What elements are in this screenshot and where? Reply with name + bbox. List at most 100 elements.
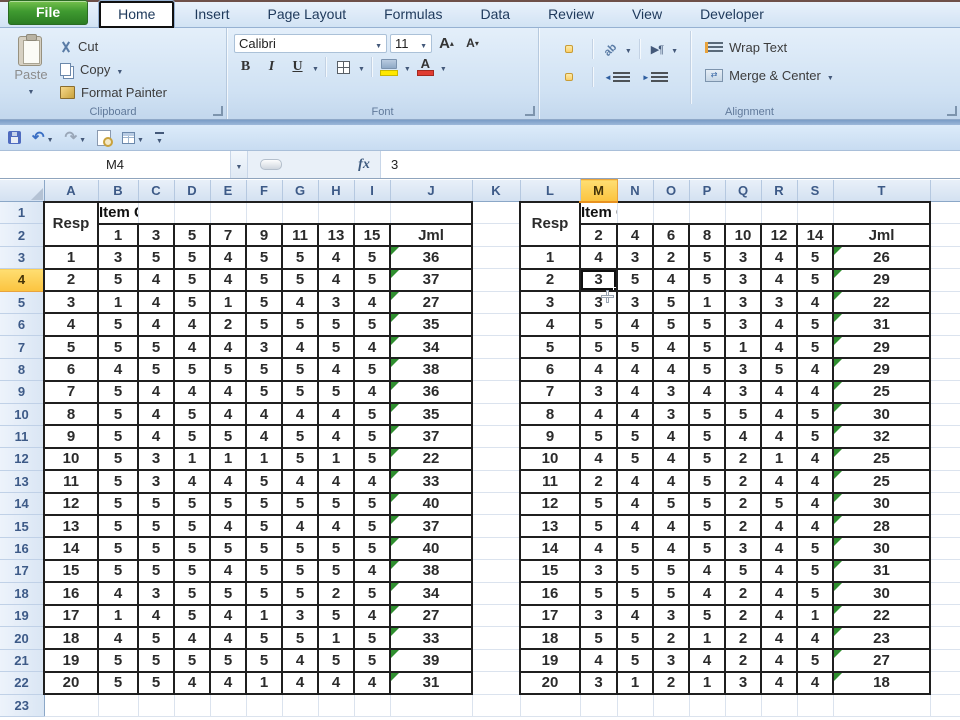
grid-cell[interactable]: 4 (760, 625, 798, 651)
grid-cell[interactable] (761, 694, 798, 717)
grid-cell[interactable]: 4 (579, 245, 618, 270)
grid-cell[interactable]: 4 (760, 379, 798, 405)
grid-cell[interactable]: 4 (652, 536, 690, 561)
grid-cell[interactable]: 2 (724, 491, 762, 516)
right-resp-cell[interactable]: 8 (519, 401, 581, 427)
grid-cell[interactable] (318, 200, 355, 224)
grid-cell[interactable]: 3 (137, 581, 175, 606)
grid-cell[interactable]: 5 (97, 513, 139, 539)
fill-color-dropdown-icon[interactable] (404, 58, 411, 76)
grid-cell[interactable]: 4 (579, 357, 618, 382)
left-jml-cell[interactable]: 27 (389, 603, 473, 628)
customize-toolbar-button[interactable] (154, 131, 164, 144)
right-jml-cell[interactable]: 27 (832, 648, 931, 673)
right-resp-cell[interactable]: 3 (519, 290, 581, 315)
right-resp-cell[interactable]: 16 (519, 581, 581, 606)
right-jml-cell[interactable]: 30 (832, 401, 931, 427)
active-cell[interactable]: 3 (579, 267, 618, 293)
right-resp-cell[interactable]: 14 (519, 536, 581, 561)
grid-cell[interactable]: 5 (616, 625, 654, 651)
left-resp-cell[interactable]: 10 (43, 446, 99, 472)
grid-cell[interactable] (930, 223, 960, 247)
grid-cell[interactable]: 5 (281, 312, 319, 337)
grid-cell[interactable]: 5 (616, 581, 654, 606)
merge-center-button[interactable]: Merge & Center (705, 65, 834, 86)
grid-cell[interactable]: 5 (796, 401, 834, 427)
grid-cell[interactable]: 4 (245, 401, 283, 427)
left-resp-cell[interactable]: 16 (43, 581, 99, 606)
column-header-F[interactable]: F (246, 179, 283, 202)
grid-cell[interactable]: 5 (137, 648, 175, 673)
grid-cell[interactable]: 1 (688, 290, 726, 315)
formula-input[interactable]: 3 (380, 151, 960, 178)
grid-cell[interactable]: 4 (652, 357, 690, 382)
grid-cell[interactable] (930, 537, 960, 561)
right-resp-cell[interactable]: 10 (519, 446, 581, 472)
grid-cell[interactable]: 5 (173, 513, 211, 539)
left-resp-cell[interactable]: 13 (43, 513, 99, 539)
grid-cell[interactable]: 5 (353, 625, 391, 651)
grid-cell[interactable]: 5 (688, 312, 726, 337)
grid-cell[interactable]: 5 (688, 245, 726, 270)
left-jml-cell[interactable]: 36 (389, 245, 473, 270)
grid-cell[interactable]: 4 (579, 401, 618, 427)
grid-cell[interactable]: 4 (137, 290, 175, 315)
grid-cell[interactable]: 5 (173, 267, 211, 293)
align-center-button[interactable] (565, 73, 573, 81)
grid-cell[interactable]: 4 (209, 603, 247, 628)
format-painter-button[interactable]: Format Painter (60, 82, 167, 103)
grid-cell[interactable]: 1 (209, 446, 247, 472)
grid-cell[interactable]: 4 (796, 491, 834, 516)
grid-cell[interactable]: 4 (688, 581, 726, 606)
grid-cell[interactable] (930, 514, 960, 538)
right-resp-cell[interactable]: 15 (519, 558, 581, 584)
grid-cell[interactable]: 5 (137, 558, 175, 584)
column-header-J[interactable]: J (390, 179, 473, 202)
column-header-L[interactable]: L (520, 179, 581, 202)
italic-button[interactable]: I (260, 57, 283, 77)
row-header-5[interactable]: 5 (0, 291, 45, 314)
grid-cell[interactable]: 3 (137, 469, 175, 494)
grid-cell[interactable]: 3 (760, 290, 798, 315)
grid-cell[interactable] (797, 694, 834, 717)
undo-button[interactable]: ↶ (32, 129, 54, 147)
grid-cell[interactable]: 5 (616, 424, 654, 449)
grid-cell[interactable]: 1 (724, 334, 762, 360)
grid-cell[interactable]: 4 (652, 513, 690, 539)
grid-cell[interactable]: 4 (688, 558, 726, 584)
grid-cell[interactable]: 4 (796, 625, 834, 651)
grid-cell[interactable]: 2 (724, 603, 762, 628)
grid-cell[interactable]: 4 (760, 670, 798, 696)
grid-cell[interactable]: 5 (209, 491, 247, 516)
grid-cell[interactable]: 5 (97, 536, 139, 561)
grid-cell[interactable]: 4 (317, 469, 355, 494)
left-jml-cell[interactable]: 39 (389, 648, 473, 673)
grid-cell[interactable]: 1 (245, 670, 283, 696)
grid-cell[interactable]: 2 (724, 648, 762, 673)
grid-cell[interactable]: 4 (760, 267, 798, 293)
grid-cell[interactable]: 4 (760, 536, 798, 561)
grid-cell[interactable]: 5 (796, 536, 834, 561)
grid-cell[interactable]: 3 (579, 603, 618, 628)
left-resp-cell[interactable]: 19 (43, 648, 99, 673)
grid-cell[interactable]: 5 (173, 603, 211, 628)
grid-cell[interactable]: 5 (245, 379, 283, 405)
left-jml-cell[interactable]: 31 (389, 670, 473, 696)
grid-cell[interactable]: 5 (97, 558, 139, 584)
grid-cell[interactable]: 5 (173, 245, 211, 270)
grid-cell[interactable]: 5 (245, 648, 283, 673)
grid-cell[interactable]: 5 (317, 603, 355, 628)
grid-cell[interactable]: 5 (579, 625, 618, 651)
grid-cell[interactable] (653, 200, 690, 224)
grid-cell[interactable]: 4 (137, 401, 175, 427)
grid-cell[interactable] (930, 649, 960, 673)
file-tab[interactable]: File (8, 0, 89, 25)
cut-button[interactable]: Cut (60, 36, 167, 57)
grid-cell[interactable]: 2 (209, 312, 247, 337)
right-jml-cell[interactable]: 22 (832, 290, 931, 315)
grid-cell[interactable] (930, 582, 960, 606)
align-bottom-button[interactable] (577, 45, 585, 53)
grid-cell[interactable]: 4 (281, 290, 319, 315)
grid-cell[interactable]: 5 (353, 513, 391, 539)
grid-cell[interactable]: 5 (688, 357, 726, 382)
